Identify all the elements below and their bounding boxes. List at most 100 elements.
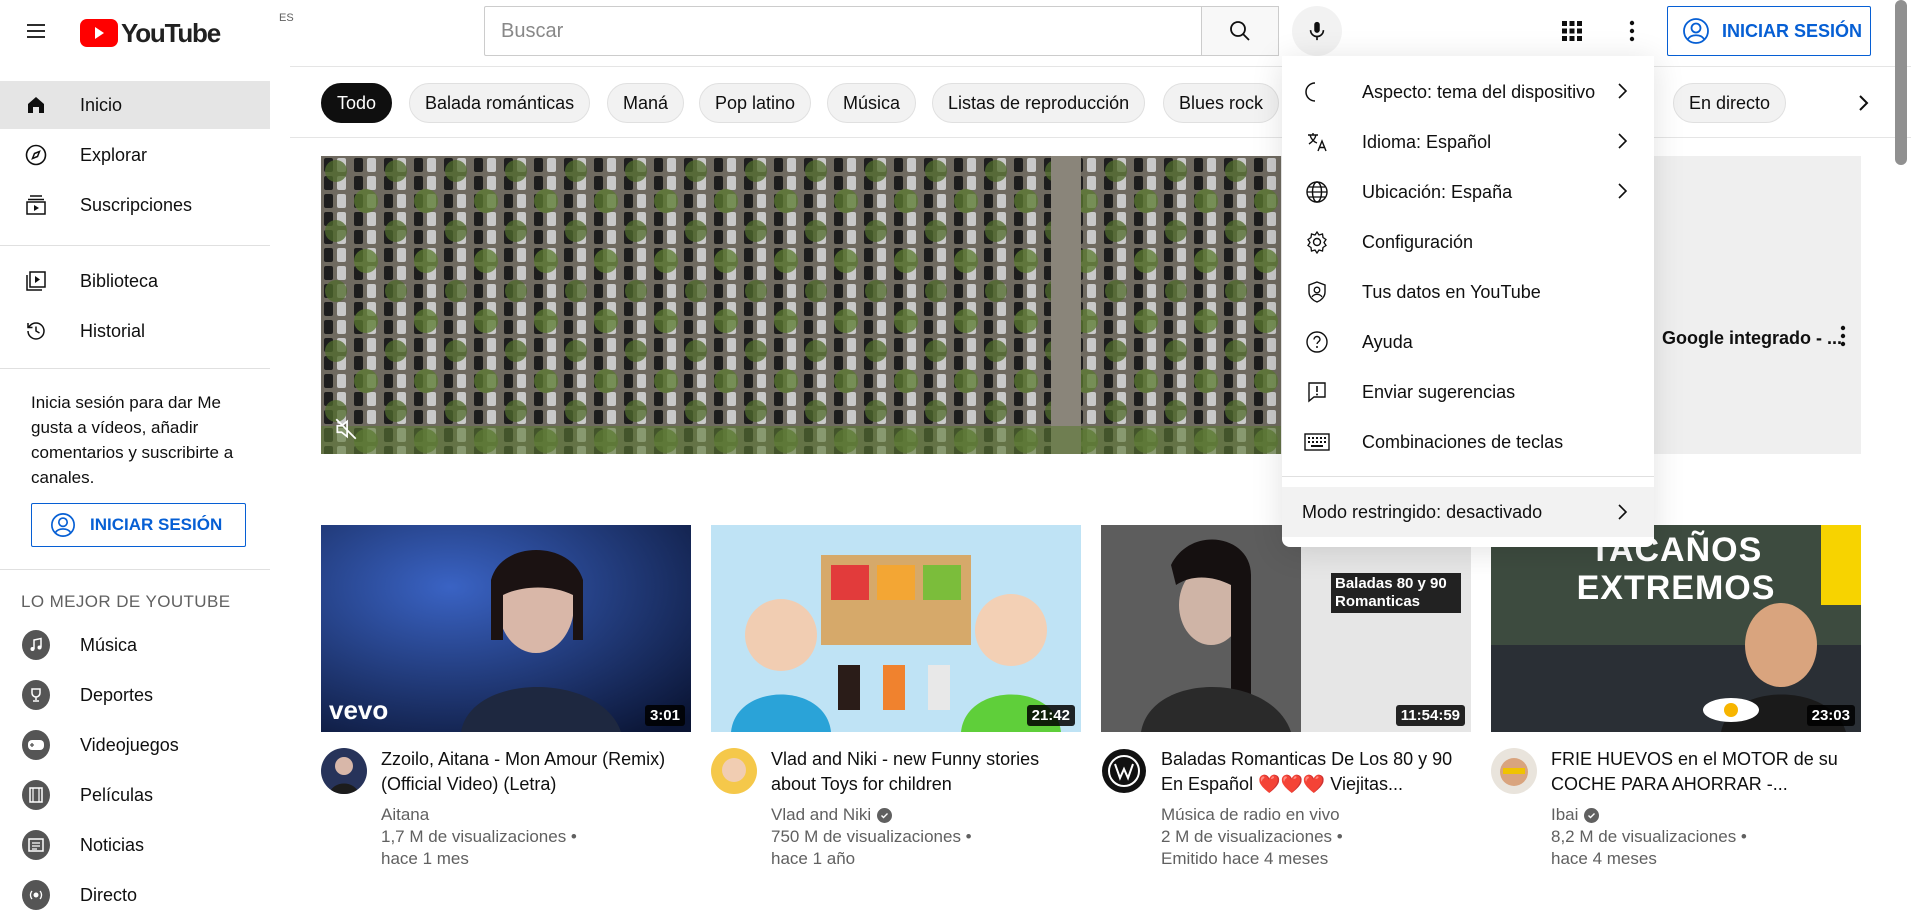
sidebar-item-noticias[interactable]: Noticias — [0, 821, 270, 869]
menu-item-appearance[interactable]: Aspecto: tema del dispositivo — [1282, 67, 1654, 117]
signin-button-sidebar[interactable]: INICIAR SESIÓN — [31, 503, 246, 547]
chip-mana[interactable]: Maná — [607, 83, 685, 123]
moon-icon — [1304, 79, 1330, 105]
published-time: hace 1 mes — [381, 849, 469, 868]
search-input[interactable]: Buscar — [484, 6, 1202, 56]
sidebar-item-directo[interactable]: Directo — [0, 871, 270, 919]
chip-listas[interactable]: Listas de reproducción — [932, 83, 1146, 123]
channel-avatar[interactable] — [1491, 748, 1537, 794]
sidebar-item-label: Explorar — [80, 144, 148, 165]
feedback-icon — [1304, 379, 1330, 405]
video-duration: 21:42 — [1026, 705, 1075, 726]
chip-musica[interactable]: Música — [827, 83, 917, 123]
sidebar-item-peliculas[interactable]: Películas — [0, 771, 270, 819]
channel-name[interactable]: Aitana — [381, 805, 429, 825]
video-thumbnail[interactable]: Baladas 80 y 90 Romanticas 11:54:59 — [1101, 525, 1471, 732]
sidebar-item-historial[interactable]: Historial — [0, 307, 270, 355]
vertical-dots-icon — [1629, 20, 1635, 42]
sidebar-item-explorar[interactable]: Explorar — [0, 131, 270, 179]
hamburger-menu-button[interactable] — [16, 11, 56, 51]
menu-item-label: Combinaciones de teclas — [1362, 431, 1564, 452]
channel-name[interactable]: Música de radio en vivo — [1161, 805, 1340, 825]
menu-item-feedback[interactable]: Enviar sugerencias — [1282, 367, 1654, 417]
chip-en-directo[interactable]: En directo — [1673, 83, 1787, 123]
menu-divider — [1282, 476, 1654, 477]
chip-todo[interactable]: Todo — [321, 83, 393, 123]
chevron-right-icon — [1618, 504, 1628, 520]
menu-item-language[interactable]: Idioma: Español — [1282, 117, 1654, 167]
sidebar-item-label: Biblioteca — [80, 270, 159, 291]
vevo-logo: vevo — [329, 695, 389, 725]
sidebar-item-label: Deportes — [80, 684, 154, 705]
channel-name[interactable]: Vlad and Niki — [771, 805, 893, 825]
settings-more-button[interactable] — [1612, 11, 1652, 51]
menu-item-settings[interactable]: Configuración — [1282, 217, 1654, 267]
channel-avatar[interactable] — [711, 748, 757, 794]
chevron-right-icon — [1859, 95, 1869, 111]
voice-search-button[interactable] — [1292, 6, 1342, 56]
video-thumbnail[interactable]: TACAÑOS EXTREMOS 23:03 — [1491, 525, 1861, 732]
hamburger-icon — [27, 24, 45, 38]
published-time: hace 4 meses — [1551, 849, 1657, 868]
vertical-dots-icon — [1840, 325, 1846, 347]
sidebar-divider — [0, 368, 270, 369]
video-thumbnail[interactable]: 21:42 — [711, 525, 1081, 732]
view-count: 2 M de visualizaciones • — [1161, 827, 1343, 846]
channel-label: Ibai — [1551, 805, 1579, 824]
sidebar-item-musica[interactable]: Música — [0, 621, 270, 669]
verified-badge-icon — [877, 807, 893, 823]
sidebar-item-deportes[interactable]: Deportes — [0, 671, 270, 719]
menu-item-label: Idioma: Español — [1362, 131, 1492, 152]
signin-button-top[interactable]: INICIAR SESIÓN — [1667, 6, 1871, 56]
ad-video-player[interactable] — [321, 156, 1281, 454]
news-icon — [22, 830, 50, 860]
sidebar-item-label: Historial — [80, 320, 146, 341]
library-icon — [22, 267, 50, 295]
sidebar-item-videojuegos[interactable]: Videojuegos — [0, 721, 270, 769]
menu-item-label: Modo restringido: desactivado — [1302, 501, 1543, 522]
published-time: Emitido hace 4 meses — [1161, 849, 1329, 868]
chip-blues-rock[interactable]: Blues rock — [1163, 83, 1280, 123]
video-thumbnail[interactable]: vevo 3:01 — [321, 525, 691, 732]
search-button[interactable] — [1201, 6, 1279, 56]
menu-item-your-data[interactable]: Tus datos en YouTube — [1282, 267, 1654, 317]
sidebar-item-inicio[interactable]: Inicio — [0, 81, 270, 129]
sidebar-item-suscripciones[interactable]: Suscripciones — [0, 181, 270, 229]
help-icon — [1304, 329, 1330, 355]
menu-item-location[interactable]: Ubicación: España — [1282, 167, 1654, 217]
video-title[interactable]: Baladas Romanticas De Los 80 y 90 En Esp… — [1161, 747, 1466, 797]
sidebar-item-label: Suscripciones — [80, 194, 193, 215]
video-title[interactable]: Vlad and Niki - new Funny stories about … — [771, 747, 1076, 797]
menu-item-restricted-mode[interactable]: Modo restringido: desactivado — [1282, 487, 1654, 537]
account-icon — [51, 513, 75, 537]
live-icon — [22, 880, 50, 910]
menu-item-keyboard-shortcuts[interactable]: Combinaciones de teclas — [1282, 417, 1654, 467]
translate-icon — [1304, 129, 1330, 155]
search-placeholder: Buscar — [501, 19, 564, 42]
video-title[interactable]: Zzoilo, Aitana - Mon Amour (Remix)(Offic… — [381, 747, 686, 797]
view-count: 8,2 M de visualizaciones • — [1551, 827, 1747, 846]
chip-pop-latino[interactable]: Pop latino — [699, 83, 812, 123]
view-count: 1,7 M de visualizaciones • — [381, 827, 577, 846]
youtube-logo[interactable]: YouTube ES — [80, 12, 294, 48]
channel-avatar[interactable] — [1101, 748, 1147, 794]
mute-icon[interactable] — [333, 416, 359, 442]
page-scrollbar[interactable] — [1895, 0, 1907, 165]
chip-scroll-next-button[interactable] — [1843, 83, 1883, 123]
channel-name[interactable]: Ibai — [1551, 805, 1600, 825]
signin-prompt: Inicia sesión para dar Me gusta a vídeos… — [31, 393, 234, 487]
sidebar-item-biblioteca[interactable]: Biblioteca — [0, 257, 270, 305]
chip-balada-romanticas[interactable]: Balada románticas — [409, 83, 591, 123]
video-title[interactable]: FRIE HUEVOS en el MOTOR de su COCHE PARA… — [1551, 747, 1856, 797]
apps-button[interactable] — [1552, 11, 1592, 51]
menu-item-help[interactable]: Ayuda — [1282, 317, 1654, 367]
apps-grid-icon — [1562, 21, 1582, 41]
ad-more-button[interactable] — [1840, 325, 1846, 347]
sidebar-item-label: Música — [80, 634, 138, 655]
film-icon — [22, 780, 50, 810]
channel-avatar[interactable] — [321, 748, 367, 794]
keyboard-icon — [1304, 429, 1330, 455]
video-duration: 11:54:59 — [1395, 705, 1465, 726]
ad-title[interactable]: Google integrado - ... — [1662, 328, 1842, 349]
filter-chip-bar: Todo Balada románticas Maná Pop latino M… — [290, 66, 1911, 138]
